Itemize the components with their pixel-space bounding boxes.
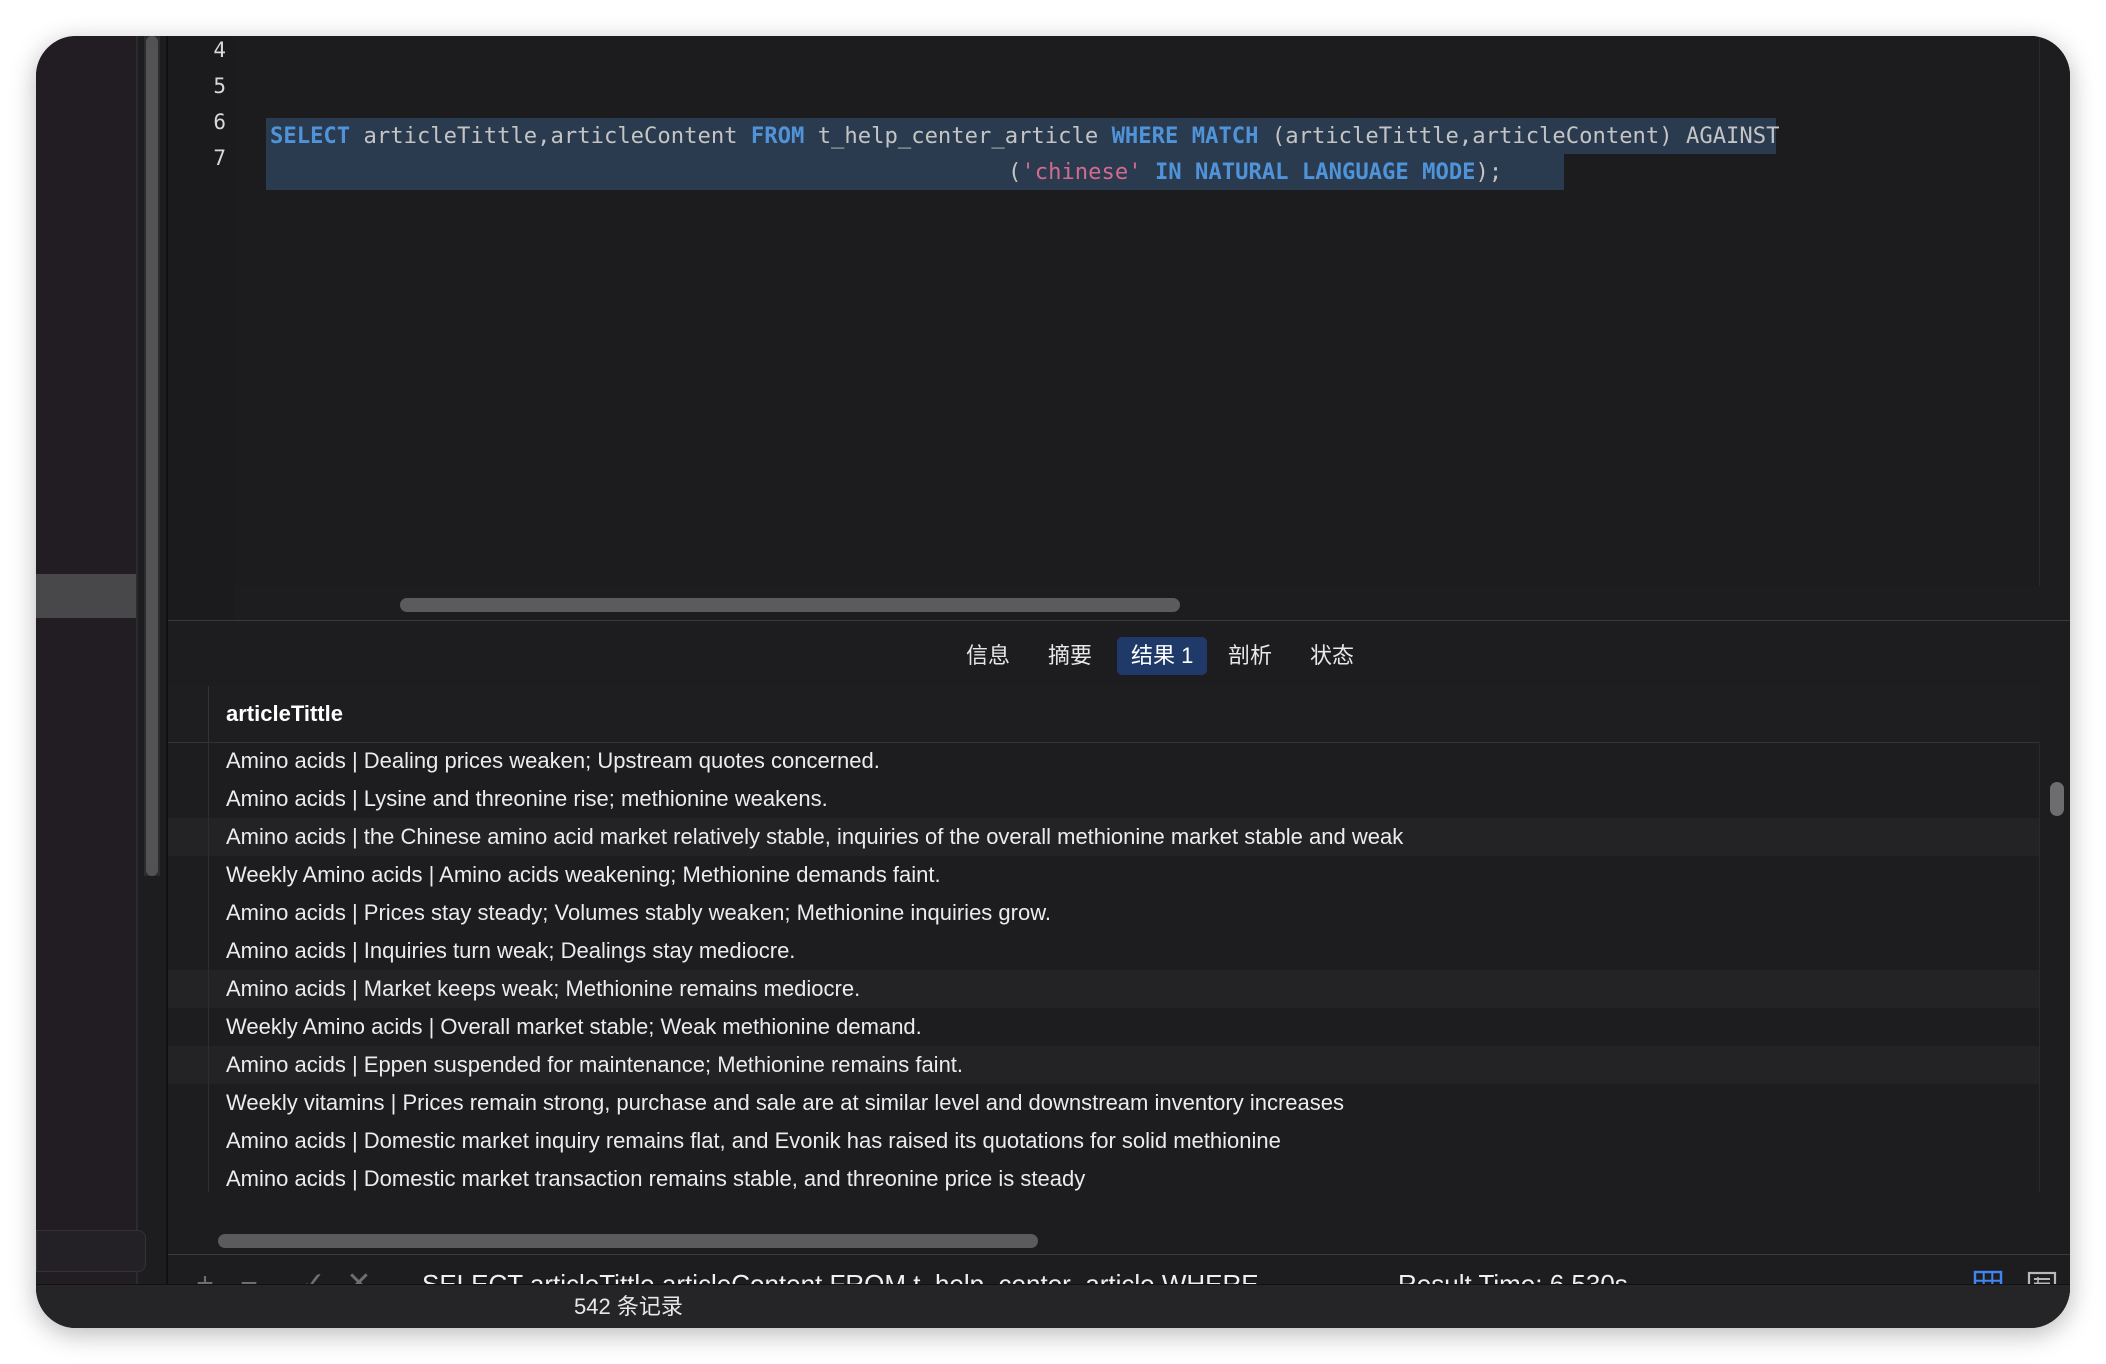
table-row[interactable]: Amino acids | Domestic market inquiry re… xyxy=(168,1122,2040,1160)
sql-editor[interactable]: 4 5 6 7 SELECT articleTittle,articleCont… xyxy=(168,36,2070,620)
line-number: 4 xyxy=(213,38,226,62)
table-row[interactable]: Amino acids | Domestic market transactio… xyxy=(168,1160,2040,1192)
sql-keyword: SELECT xyxy=(270,123,351,149)
table-row[interactable]: Amino acids | Prices stay steady; Volume… xyxy=(168,894,2040,932)
sql-keyword: IN NATURAL LANGUAGE MODE xyxy=(1154,159,1476,185)
table-cell[interactable]: Amino acids | Dealing prices weaken; Ups… xyxy=(226,742,880,780)
line-number: 6 xyxy=(213,110,226,134)
line-number: 5 xyxy=(213,74,226,98)
sql-string: 'chinese' xyxy=(1021,159,1142,185)
row-gutter xyxy=(168,1046,209,1084)
line-number-gutter: 4 5 6 7 xyxy=(168,36,234,620)
table-cell[interactable]: Amino acids | Lysine and threonine rise;… xyxy=(226,780,828,818)
table-row[interactable]: Amino acids | Dealing prices weaken; Ups… xyxy=(168,742,2040,780)
tab-summary[interactable]: 摘要 xyxy=(1034,637,1106,675)
table-cell[interactable]: Weekly Amino acids | Overall market stab… xyxy=(226,1008,922,1046)
row-gutter xyxy=(168,856,209,894)
table-row[interactable]: Amino acids | Market keeps weak; Methion… xyxy=(168,970,2040,1008)
sidebar-divider xyxy=(136,36,138,1284)
grid-horizontal-scrollbar[interactable] xyxy=(218,1234,1038,1248)
result-tabs: 信息 摘要 结果 1 剖析 状态 xyxy=(168,620,2070,688)
sql-columns: articleTittle,articleContent xyxy=(350,123,751,149)
table-cell[interactable]: Amino acids | Eppen suspended for mainte… xyxy=(226,1046,963,1084)
column-header-articletittle[interactable]: articleTittle xyxy=(226,686,343,742)
sidebar-filter-field[interactable] xyxy=(36,1230,146,1272)
table-cell[interactable]: Amino acids | Prices stay steady; Volume… xyxy=(226,894,1051,932)
row-gutter xyxy=(168,1008,209,1046)
sql-keyword: FROM xyxy=(750,123,805,149)
table-row[interactable]: Amino acids | Inquiries turn weak; Deali… xyxy=(168,932,2040,970)
row-gutter xyxy=(168,894,209,932)
table-row[interactable]: Weekly vitamins | Prices remain strong, … xyxy=(168,1084,2040,1122)
row-gutter xyxy=(168,970,209,1008)
table-cell[interactable]: Amino acids | the Chinese amino acid mar… xyxy=(226,818,1403,856)
table-row[interactable]: Amino acids | the Chinese amino acid mar… xyxy=(168,818,2040,856)
row-gutter xyxy=(168,1122,209,1160)
table-cell[interactable]: Amino acids | Domestic market transactio… xyxy=(226,1160,1085,1192)
grid-rows: Amino acids | Dealing prices weaken; Ups… xyxy=(168,742,2040,1192)
tab-status[interactable]: 状态 xyxy=(1296,637,1368,675)
editor-horizontal-scrollbar[interactable] xyxy=(400,598,1180,612)
sql-text: ); xyxy=(1475,159,1503,185)
row-gutter xyxy=(168,780,209,818)
row-gutter xyxy=(168,818,209,856)
table-cell[interactable]: Amino acids | Market keeps weak; Methion… xyxy=(226,970,860,1008)
tab-result-1[interactable]: 结果 1 xyxy=(1117,637,1208,675)
table-cell[interactable]: Weekly vitamins | Prices remain strong, … xyxy=(226,1084,1344,1122)
sidebar-selected-item[interactable] xyxy=(36,574,136,618)
grid-vertical-scroll-thumb[interactable] xyxy=(2050,782,2064,816)
table-row[interactable]: Weekly Amino acids | Overall market stab… xyxy=(168,1008,2040,1046)
table-row[interactable]: Weekly Amino acids | Amino acids weakeni… xyxy=(168,856,2040,894)
table-row[interactable]: Amino acids | Lysine and threonine rise;… xyxy=(168,780,2040,818)
sql-text: (articleTittle,articleContent) AGAINST xyxy=(1258,123,1780,149)
row-gutter xyxy=(168,742,209,780)
record-count: 542 条记录 xyxy=(574,1294,683,1319)
tab-info[interactable]: 信息 xyxy=(952,637,1024,675)
table-cell[interactable]: Amino acids | Domestic market inquiry re… xyxy=(226,1122,1281,1160)
sql-keyword: WHERE MATCH xyxy=(1111,123,1259,149)
sql-text: ( xyxy=(1008,159,1022,185)
results-grid[interactable]: articleTittle Amino acids | Dealing pric… xyxy=(168,686,2070,1254)
table-cell[interactable]: Weekly Amino acids | Amino acids weakeni… xyxy=(226,856,941,894)
table-cell[interactable]: Amino acids | Inquiries turn weak; Deali… xyxy=(226,932,795,970)
sql-table: t_help_center_article xyxy=(804,123,1112,149)
row-gutter xyxy=(168,932,209,970)
sidebar-scrollbar-thumb[interactable] xyxy=(146,36,158,876)
status-bar: 542 条记录 xyxy=(36,1284,2070,1328)
sql-space xyxy=(1142,159,1155,185)
row-gutter xyxy=(168,1084,209,1122)
row-gutter xyxy=(168,1160,209,1192)
table-row[interactable]: Amino acids | Eppen suspended for mainte… xyxy=(168,1046,2040,1084)
code-line-7[interactable]: ('chinese' IN NATURAL LANGUAGE MODE); xyxy=(1008,154,1502,190)
row-number-header xyxy=(168,686,209,742)
grid-header: articleTittle xyxy=(168,686,2040,743)
app-window: 4 5 6 7 SELECT articleTittle,articleCont… xyxy=(36,36,2070,1328)
sidebar xyxy=(36,36,136,1284)
editor-vertical-scrollbar[interactable] xyxy=(2039,36,2070,586)
line-number: 7 xyxy=(213,146,226,170)
code-line-6[interactable]: SELECT articleTittle,articleContent FROM… xyxy=(270,118,1780,154)
tab-profile[interactable]: 剖析 xyxy=(1214,637,1286,675)
